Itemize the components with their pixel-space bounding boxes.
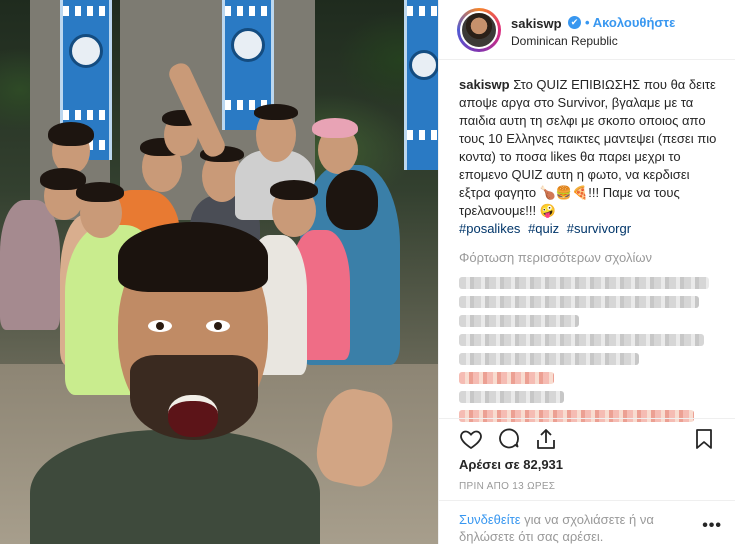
comments-section: sakiswp Στο QUIZ ΕΠΙΒΙΩΣΗΣ που θα δειτε … <box>459 76 719 422</box>
login-prompt: Συνδεθείτε για να σχολιάσετε ή να δηλώσε… <box>459 511 669 544</box>
post-photo[interactable] <box>0 0 438 544</box>
hashtag-link[interactable]: #quiz <box>528 221 559 236</box>
post-header: sakiswp ✔ • Ακολουθήστε Dominican Republ… <box>439 0 735 60</box>
login-link[interactable]: Συνδεθείτε <box>459 512 521 527</box>
bookmark-icon[interactable] <box>692 427 716 451</box>
follow-label: Ακολουθήστε <box>592 15 676 30</box>
caption-text: Στο QUIZ ΕΠΙΒΙΩΣΗΣ που θα δειτε αποψε αρ… <box>459 77 717 218</box>
load-more-comments-button[interactable]: Φόρτωση περισσότερων σχολίων <box>459 250 719 265</box>
location-link[interactable]: Dominican Republic <box>511 34 618 48</box>
follow-separator: • <box>585 15 590 30</box>
tribal-mask-emblem <box>69 34 103 68</box>
person-hair <box>270 180 318 200</box>
caption-username[interactable]: sakiswp <box>459 77 510 92</box>
tribal-mask-emblem <box>231 28 265 62</box>
hashtag-link[interactable]: #posalikes <box>459 221 520 236</box>
person-hair <box>326 170 378 230</box>
follow-button[interactable]: • Ακολουθήστε <box>585 15 675 30</box>
comment-bubble-icon[interactable] <box>497 427 521 451</box>
share-arrow-icon[interactable] <box>534 427 558 451</box>
hashtag-link[interactable]: #survivorgr <box>567 221 631 236</box>
eye <box>148 320 172 332</box>
blurred-comment <box>459 296 699 308</box>
post-timestamp: ΠΡΙΝ ΑΠΟ 13 ΩΡΕΣ <box>459 481 556 492</box>
more-options-icon[interactable]: ••• <box>702 517 722 535</box>
verified-badge-icon: ✔ <box>568 16 581 29</box>
hashtag-list: #posalikes #quiz #survivorgr <box>459 220 719 238</box>
eye <box>206 320 230 332</box>
action-bar <box>439 418 735 454</box>
blurred-comment <box>459 334 704 346</box>
person <box>0 200 60 330</box>
blurred-comment <box>459 315 579 327</box>
header-username[interactable]: sakiswp <box>511 16 562 31</box>
post-side-panel: sakiswp ✔ • Ακολουθήστε Dominican Republ… <box>438 0 735 544</box>
person-hair <box>48 122 94 146</box>
story-ring[interactable] <box>457 8 501 52</box>
blurred-comment <box>459 277 709 289</box>
person-hair <box>76 182 124 202</box>
selfie-hair <box>118 222 268 292</box>
likes-count[interactable]: Αρέσει σε 82,931 <box>459 457 563 472</box>
selfie-mouth <box>168 395 218 437</box>
tribal-mask-emblem <box>409 50 438 80</box>
bandana <box>312 118 358 138</box>
post-caption: sakiswp Στο QUIZ ΕΠΙΒΙΩΣΗΣ που θα δειτε … <box>459 76 719 220</box>
instagram-post: sakiswp ✔ • Ακολουθήστε Dominican Republ… <box>0 0 735 544</box>
survivor-banner <box>404 0 438 170</box>
blurred-comment <box>459 372 554 384</box>
login-footer: Συνδεθείτε για να σχολιάσετε ή να δηλώσε… <box>439 500 735 544</box>
blurred-comment <box>459 353 639 365</box>
heart-outline-icon[interactable] <box>459 427 483 451</box>
avatar[interactable] <box>460 11 498 49</box>
blurred-comment <box>459 391 564 403</box>
selfie-shirt <box>30 430 320 544</box>
person-hair <box>254 104 298 120</box>
